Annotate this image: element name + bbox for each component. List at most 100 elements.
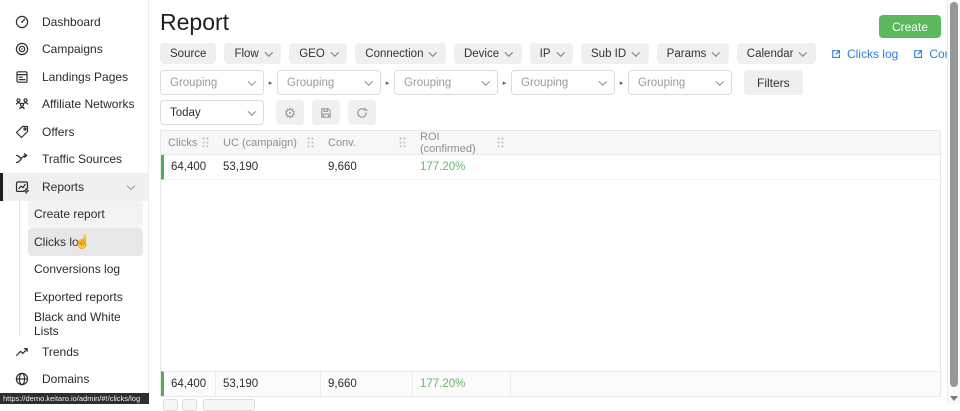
filter-chip-sub-id[interactable]: Sub ID: [581, 43, 649, 64]
column-header-conv[interactable]: Conv.: [321, 131, 413, 154]
filter-chip-params[interactable]: Params: [657, 43, 729, 64]
drag-handle-icon[interactable]: [202, 137, 209, 148]
grouping-select-1[interactable]: Grouping: [160, 70, 264, 95]
chevron-down-icon: [556, 48, 564, 56]
summary-clicks: 64,400: [164, 372, 216, 396]
select-value: Grouping: [170, 77, 217, 89]
grouping-select-4[interactable]: Grouping: [511, 70, 615, 95]
external-link-icon: [830, 48, 842, 60]
caret-separator-icon: [615, 79, 628, 87]
select-value: Today: [170, 107, 201, 119]
sidebar-item-label: Trends: [42, 345, 79, 359]
affiliate-networks-icon: [14, 96, 31, 113]
sidebar-item-label: Traffic Sources: [42, 152, 122, 166]
pagination-page-size-select[interactable]: [203, 399, 255, 411]
sidebar-item-traffic-sources[interactable]: Traffic Sources: [0, 146, 148, 174]
pagination-button[interactable]: [182, 399, 197, 411]
filter-chip-calendar[interactable]: Calendar: [737, 43, 816, 64]
column-header-filler: [511, 131, 940, 154]
grouping-select-3[interactable]: Grouping: [394, 70, 498, 95]
sidebar-item-conversions-log[interactable]: Conversions log: [28, 256, 143, 284]
select-value: Grouping: [404, 77, 451, 89]
chip-label: GEO: [299, 48, 325, 60]
reports-icon: [14, 178, 31, 195]
grouping-select-2[interactable]: Grouping: [277, 70, 381, 95]
filter-chip-device[interactable]: Device: [454, 43, 522, 64]
create-button[interactable]: Create: [879, 15, 941, 38]
sidebar-item-label: Campaigns: [42, 42, 103, 56]
select-value: Grouping: [287, 77, 334, 89]
chip-label: Connection: [365, 48, 423, 60]
grouping-select-5[interactable]: Grouping: [628, 70, 732, 95]
sidebar-item-affiliate-networks[interactable]: Affiliate Networks: [0, 91, 148, 119]
report-table: Clicks UC (campaign) Conv. ROI (confirme…: [160, 130, 941, 397]
offers-icon: [14, 123, 31, 140]
caret-separator-icon: [498, 79, 511, 87]
scrollbar-thumb[interactable]: [950, 2, 958, 387]
campaigns-icon: [14, 41, 31, 58]
drag-handle-icon[interactable]: [497, 137, 504, 148]
table-row: 64,400 53,190 9,660 177.20%: [161, 155, 940, 180]
sidebar-item-trends[interactable]: Trends: [0, 338, 148, 366]
sidebar-item-black-white-lists[interactable]: Black and White Lists: [28, 311, 143, 339]
sidebar-item-offers[interactable]: Offers: [0, 118, 148, 146]
column-label: Conv.: [328, 137, 356, 149]
sidebar-item-landings-pages[interactable]: Landings Pages: [0, 63, 148, 91]
chevron-down-icon: [715, 77, 723, 85]
sidebar-item-campaigns[interactable]: Campaigns: [0, 36, 148, 64]
column-header-uc-campaign[interactable]: UC (campaign): [216, 131, 321, 154]
sidebar-item-exported-reports[interactable]: Exported reports: [28, 283, 143, 311]
active-indicator: [0, 173, 3, 201]
column-header-clicks[interactable]: Clicks: [161, 131, 216, 154]
trends-icon: [14, 343, 31, 360]
filter-chip-connection[interactable]: Connection: [355, 43, 446, 64]
filter-chip-ip[interactable]: IP: [530, 43, 573, 64]
filter-chip-source[interactable]: Source: [160, 43, 216, 64]
vertical-scrollbar[interactable]: [947, 0, 960, 404]
reports-submenu: Create report Clicks log Conversions log…: [0, 201, 148, 339]
drag-handle-icon[interactable]: [307, 137, 314, 148]
gear-icon: ⚙: [284, 106, 297, 120]
filters-button[interactable]: Filters: [744, 70, 803, 95]
drag-handle-icon[interactable]: [399, 137, 406, 148]
refresh-button[interactable]: [348, 100, 376, 125]
sidebar-item-label: Offers: [42, 125, 74, 139]
browser-status-bar: https://demo.keitaro.io/admin/#!/clicks/…: [0, 393, 149, 404]
summary-conv: 9,660: [321, 372, 413, 396]
filter-chip-geo[interactable]: GEO: [289, 43, 347, 64]
sidebar-item-label: Reports: [42, 180, 84, 194]
filter-chip-flow[interactable]: Flow: [224, 43, 281, 64]
pagination-button[interactable]: [163, 399, 178, 411]
sidebar-item-label: Black and White Lists: [34, 310, 143, 338]
save-report-button[interactable]: [312, 100, 340, 125]
chevron-down-icon: [247, 77, 255, 85]
submenu-tree-line: [19, 201, 20, 336]
chip-label: Flow: [234, 48, 258, 60]
chip-label: Sub ID: [591, 48, 626, 60]
clicks-log-link[interactable]: Clicks log: [830, 47, 898, 61]
select-value: Grouping: [521, 77, 568, 89]
sidebar-item-create-report[interactable]: Create report: [28, 201, 143, 229]
column-label: ROI (confirmed): [420, 131, 497, 155]
sidebar: Dashboard Campaigns Landings Pages Affil…: [0, 0, 149, 393]
sidebar-item-label: Create report: [34, 207, 105, 221]
sidebar-item-label: Landings Pages: [42, 70, 128, 84]
toolbar-row: Today ⚙: [160, 100, 376, 125]
landings-pages-icon: [14, 68, 31, 85]
summary-roi: 177.20%: [413, 372, 511, 396]
sidebar-item-reports[interactable]: Reports: [0, 173, 148, 201]
grouping-row: Grouping Grouping Grouping Grouping Grou…: [160, 70, 803, 95]
sidebar-item-dashboard[interactable]: Dashboard: [0, 8, 148, 36]
external-link-icon: [912, 48, 924, 60]
settings-button[interactable]: ⚙: [276, 100, 304, 125]
link-label: Clicks log: [847, 47, 898, 61]
scrollbar-down-arrow-icon[interactable]: [950, 396, 958, 401]
domains-icon: [14, 371, 31, 388]
chip-label: Device: [464, 48, 499, 60]
date-range-select[interactable]: Today: [160, 100, 264, 125]
column-header-roi-confirmed[interactable]: ROI (confirmed): [413, 131, 511, 154]
sidebar-item-domains[interactable]: Domains: [0, 366, 148, 394]
chevron-down-icon: [127, 182, 135, 190]
chevron-down-icon: [265, 48, 273, 56]
caret-separator-icon: [381, 79, 394, 87]
